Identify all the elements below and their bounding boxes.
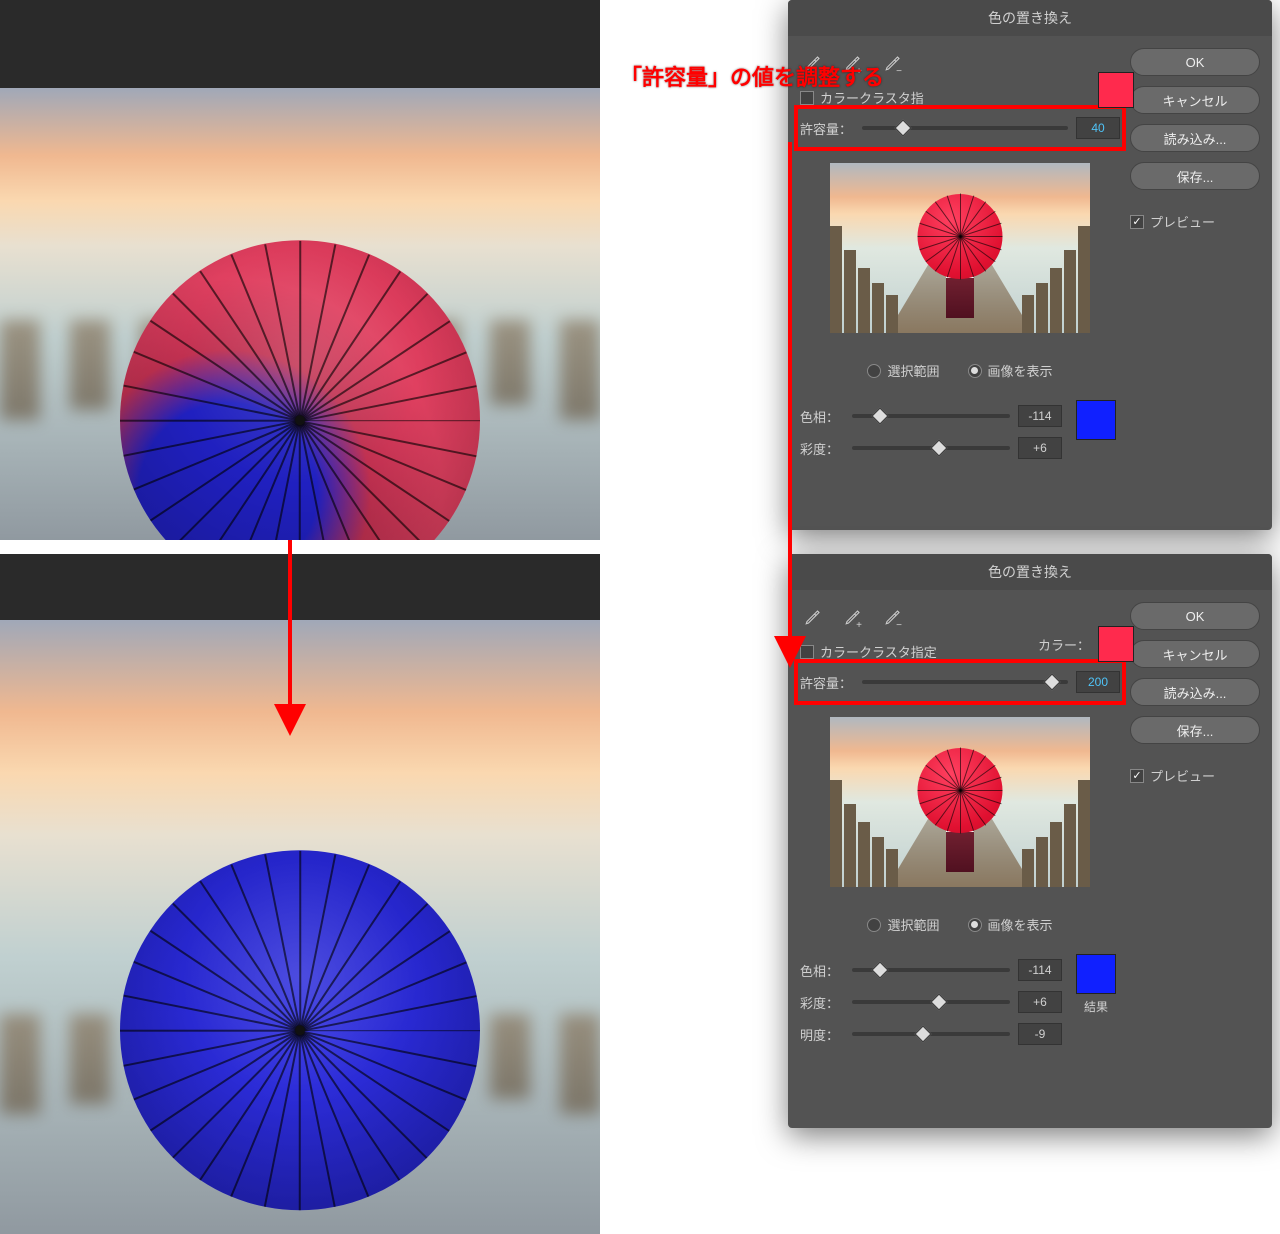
color-cluster-label: カラークラスタ指 — [820, 88, 924, 107]
hue-input[interactable]: -114 — [1018, 405, 1062, 427]
lightness-slider[interactable] — [852, 1032, 1010, 1036]
color-cluster-checkbox[interactable] — [800, 91, 814, 105]
ok-button[interactable]: OK — [1130, 48, 1260, 76]
canvas-image-bottom — [0, 620, 600, 1234]
result-label: 結果 — [1084, 998, 1108, 1015]
saturation-slider[interactable] — [852, 446, 1010, 450]
preview-checkbox[interactable] — [1130, 215, 1144, 229]
tolerance-input[interactable]: 200 — [1076, 671, 1120, 693]
dialog-title: 色の置き換え — [788, 0, 1272, 36]
radio-selection[interactable]: 選択範囲 — [867, 361, 939, 380]
umbrella-mixed — [120, 240, 480, 540]
hue-slider[interactable] — [852, 968, 1010, 972]
lightness-input[interactable]: -9 — [1018, 1023, 1062, 1045]
canvas-area-bottom — [0, 554, 600, 1234]
saturation-slider[interactable] — [852, 1000, 1010, 1004]
tolerance-slider[interactable] — [862, 680, 1068, 684]
source-color-swatch[interactable] — [1098, 72, 1134, 108]
saturation-input[interactable]: +6 — [1018, 991, 1062, 1013]
color-cluster-checkbox[interactable] — [800, 645, 814, 659]
hue-label: 色相： — [800, 961, 844, 980]
lightness-label: 明度： — [800, 1025, 844, 1044]
ok-button[interactable]: OK — [1130, 602, 1260, 630]
color-cluster-label: カラークラスタ指定 — [820, 642, 937, 661]
canvas-image-top — [0, 88, 600, 540]
save-button[interactable]: 保存... — [1130, 162, 1260, 190]
preview-label: プレビュー — [1150, 766, 1215, 785]
eyedropper-add-icon[interactable]: + — [842, 606, 864, 628]
preview-label: プレビュー — [1150, 212, 1215, 231]
hue-slider[interactable] — [852, 414, 1010, 418]
saturation-input[interactable]: +6 — [1018, 437, 1062, 459]
load-button[interactable]: 読み込み... — [1130, 124, 1260, 152]
save-button[interactable]: 保存... — [1130, 716, 1260, 744]
preview-thumbnail — [830, 163, 1090, 333]
tolerance-label: 許容量： — [800, 673, 854, 692]
result-color-swatch[interactable] — [1076, 954, 1116, 994]
saturation-label: 彩度： — [800, 439, 844, 458]
eyedropper-subtract-icon[interactable]: − — [882, 52, 904, 74]
hue-input[interactable]: -114 — [1018, 959, 1062, 981]
eyedropper-icon[interactable] — [802, 606, 824, 628]
cancel-button[interactable]: キャンセル — [1130, 86, 1260, 114]
result-color-swatch[interactable] — [1076, 400, 1116, 440]
tolerance-label: 許容量： — [800, 119, 854, 138]
eyedropper-subtract-icon[interactable]: − — [882, 606, 904, 628]
preview-checkbox[interactable] — [1130, 769, 1144, 783]
radio-show-image[interactable]: 画像を表示 — [968, 915, 1053, 934]
eyedropper-add-icon[interactable]: + — [842, 52, 864, 74]
preview-thumbnail — [830, 717, 1090, 887]
radio-selection[interactable]: 選択範囲 — [867, 915, 939, 934]
umbrella-blue — [120, 850, 480, 1210]
dialog-title: 色の置き換え — [788, 554, 1272, 590]
color-label: カラー： — [1038, 635, 1090, 654]
hue-label: 色相： — [800, 407, 844, 426]
load-button[interactable]: 読み込み... — [1130, 678, 1260, 706]
cancel-button[interactable]: キャンセル — [1130, 640, 1260, 668]
canvas-area-top — [0, 0, 600, 540]
eyedropper-icon[interactable] — [802, 52, 824, 74]
canvas-toolbar — [0, 554, 600, 620]
radio-show-image[interactable]: 画像を表示 — [968, 361, 1053, 380]
replace-color-dialog-2: 色の置き換え + − カラークラスタ指定 許容量： 200 — [788, 554, 1272, 1128]
source-color-swatch[interactable] — [1098, 626, 1134, 662]
tolerance-input[interactable]: 40 — [1076, 117, 1120, 139]
canvas-toolbar — [0, 0, 600, 88]
replace-color-dialog-1: 色の置き換え + − カラークラスタ指 許容量： 40 — [788, 0, 1272, 530]
tolerance-slider[interactable] — [862, 126, 1068, 130]
saturation-label: 彩度： — [800, 993, 844, 1012]
